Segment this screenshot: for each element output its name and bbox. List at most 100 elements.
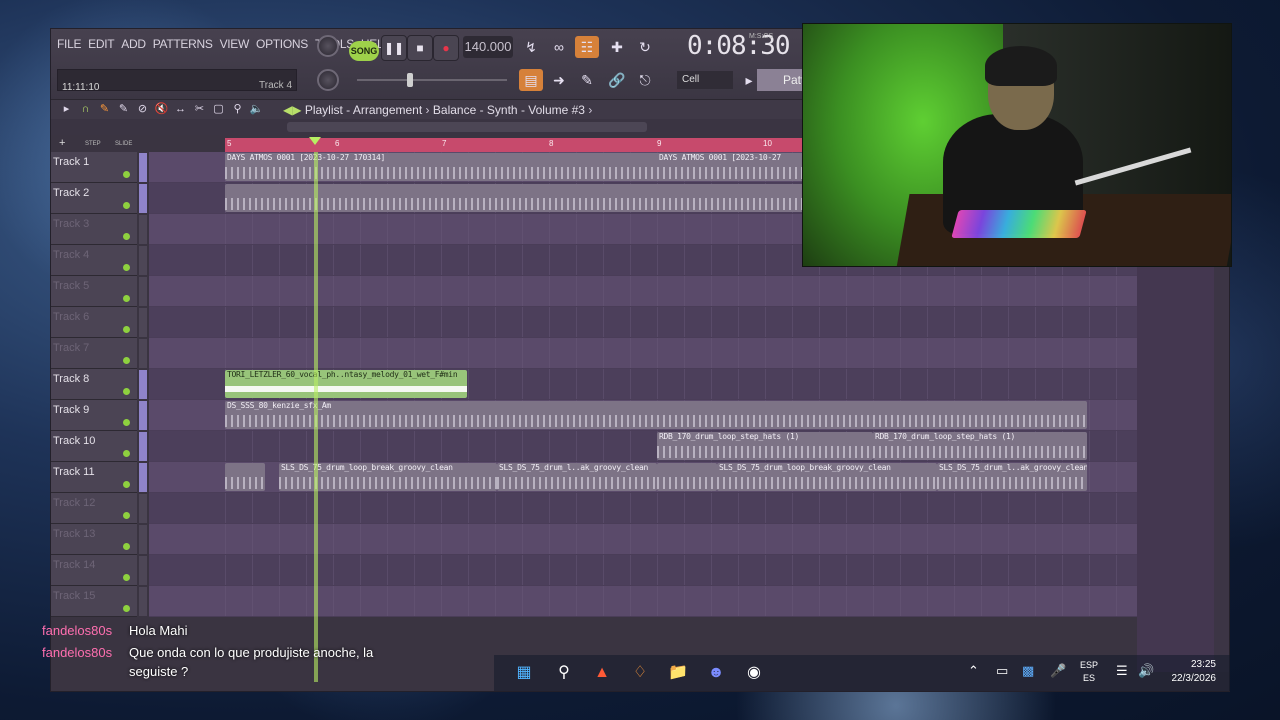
track-mute-led[interactable] [123, 202, 130, 209]
stop-button[interactable]: ■ [407, 35, 433, 61]
audio-clip[interactable]: SLS_DS_75_drum_l..ak_groovy_clean [937, 463, 1087, 491]
metronome-icon[interactable]: ↯ [519, 36, 543, 58]
network-icon[interactable]: ☰ [1116, 663, 1128, 679]
snap-select[interactable]: Cell [677, 71, 733, 89]
menu-edit[interactable]: EDIT [88, 37, 114, 51]
pencil-icon[interactable]: ✎ [575, 69, 599, 91]
link-icon[interactable]: 🔗 [605, 69, 629, 91]
track-mute-led[interactable] [123, 512, 130, 519]
tray-chevron-icon[interactable]: ⌃ [968, 663, 979, 679]
track-header[interactable]: Track 11 [51, 462, 137, 493]
microphone-icon[interactable]: 🎤 [1050, 663, 1066, 679]
wait-icon[interactable]: ∞ [547, 36, 571, 58]
audio-clip[interactable]: RDB_170_drum_loop_step_hats (1) [657, 432, 873, 460]
search-icon[interactable]: ⚲ [552, 662, 576, 684]
track-mute-led[interactable] [123, 357, 130, 364]
playlist-icon[interactable]: ▤ [519, 69, 543, 91]
track-header[interactable]: Track 3 [51, 214, 137, 245]
track-mute-led[interactable] [123, 326, 130, 333]
select-tool-icon[interactable]: ▢ [211, 102, 226, 117]
stamp-icon[interactable]: ⎋ [633, 69, 657, 91]
track-mute-led[interactable] [123, 450, 130, 457]
track-mute-led[interactable] [123, 419, 130, 426]
song-position-marker[interactable] [309, 137, 321, 145]
file-explorer-icon[interactable]: 📁 [666, 662, 690, 684]
app-tray-icon[interactable]: ▩ [1022, 663, 1034, 679]
track-lane[interactable] [149, 493, 1229, 524]
language-indicator[interactable]: ESP ES [1080, 659, 1098, 685]
record-button[interactable]: ● [433, 35, 459, 61]
audio-clip[interactable]: SLS_DS_75_drum_l..ak_groovy_clean [497, 463, 657, 491]
track-mute-led[interactable] [123, 233, 130, 240]
track-header[interactable]: Track 14 [51, 555, 137, 586]
slip-tool-icon[interactable]: ↔ [173, 102, 188, 117]
arrow-icon[interactable]: ➜ [547, 69, 571, 91]
track-color-strip[interactable] [139, 494, 147, 523]
track-header[interactable]: Track 7 [51, 338, 137, 369]
track-color-strip[interactable] [139, 215, 147, 244]
master-knob[interactable] [317, 35, 339, 57]
mute-tool-icon[interactable]: 🔇 [154, 102, 169, 117]
menu-options[interactable]: OPTIONS [256, 37, 308, 51]
usb-icon[interactable]: ▭ [996, 663, 1008, 679]
audio-clip[interactable] [225, 184, 805, 212]
volume-icon[interactable]: 🔊 [1138, 663, 1154, 679]
track-header[interactable]: Track 15 [51, 586, 137, 617]
audio-clip[interactable]: DS_SSS_80_kenzie_sfx_Am [225, 401, 1087, 429]
brave-browser-icon[interactable]: ▲ [590, 662, 614, 684]
audio-clip[interactable] [657, 463, 717, 491]
track-header[interactable]: Track 10 [51, 431, 137, 462]
track-lane[interactable] [149, 586, 1229, 617]
track-header[interactable]: Track 6 [51, 307, 137, 338]
track-lane[interactable] [149, 555, 1229, 586]
track-header[interactable]: Track 8 [51, 369, 137, 400]
track-mute-led[interactable] [123, 388, 130, 395]
windows-start-icon[interactable]: ▦ [512, 662, 536, 684]
track-color-strip[interactable] [139, 556, 147, 585]
loop-icon[interactable]: ↻ [633, 36, 657, 58]
track-mute-led[interactable] [123, 264, 130, 271]
add-track-icon[interactable]: + [59, 137, 65, 149]
track-lane[interactable] [149, 524, 1229, 555]
audio-clip[interactable]: RDB_170_drum_loop_step_hats (1) [873, 432, 1087, 460]
track-mute-led[interactable] [123, 543, 130, 550]
track-mute-led[interactable] [123, 171, 130, 178]
pitch-knob[interactable] [317, 69, 339, 91]
track-color-strip[interactable] [139, 277, 147, 306]
draw-tool-icon[interactable]: ✎ [97, 102, 112, 117]
paint-tool-icon[interactable]: ✎ [116, 102, 131, 117]
track-header[interactable]: Track 4 [51, 245, 137, 276]
menu-patterns[interactable]: PATTERNS [153, 37, 213, 51]
track-mute-led[interactable] [123, 481, 130, 488]
track-color-strip[interactable] [139, 587, 147, 616]
slice-tool-icon[interactable]: ✂ [192, 102, 207, 117]
audio-clip[interactable]: SLS_DS_75_drum_loop_break_groovy_clean [279, 463, 497, 491]
discord-icon[interactable]: ☻ [704, 662, 728, 684]
playback-tool-icon[interactable]: 🔈 [249, 102, 264, 117]
track-color-strip[interactable] [139, 339, 147, 368]
blend-icon[interactable]: ✚ [605, 36, 629, 58]
audio-clip[interactable]: SLS_DS_75_drum_loop_break_groovy_clean [717, 463, 937, 491]
tempo-display[interactable]: 140.000 [463, 36, 513, 58]
delete-tool-icon[interactable]: ⊘ [135, 102, 150, 117]
obs-icon[interactable]: ◉ [742, 662, 766, 684]
track-mute-led[interactable] [123, 605, 130, 612]
audio-clip[interactable] [225, 463, 265, 491]
playlist-title[interactable]: Playlist - Arrangement [305, 103, 422, 117]
countdown-icon[interactable]: ☷ [575, 36, 599, 58]
track-color-strip[interactable] [139, 370, 147, 399]
menu-file[interactable]: FILE [57, 37, 81, 51]
track-lane[interactable] [149, 307, 1229, 338]
system-clock[interactable]: 23:25 22/3/2026 [1172, 658, 1217, 686]
menu-add[interactable]: ADD [121, 37, 146, 51]
song-mode-button[interactable]: SONG [349, 41, 379, 61]
magnet-icon[interactable]: ∩ [78, 102, 93, 117]
track-header[interactable]: Track 9 [51, 400, 137, 431]
audio-clip[interactable]: DAYS ATMOS 0001 [2023-10-27 [657, 153, 807, 181]
play-button[interactable]: ❚❚ [381, 35, 407, 61]
horizontal-scrollbar[interactable] [287, 122, 647, 132]
track-mute-led[interactable] [123, 295, 130, 302]
step-slide-toggle[interactable]: + STEP SLIDE [51, 137, 141, 151]
track-header[interactable]: Track 1 [51, 152, 137, 183]
track-header[interactable]: Track 2 [51, 183, 137, 214]
